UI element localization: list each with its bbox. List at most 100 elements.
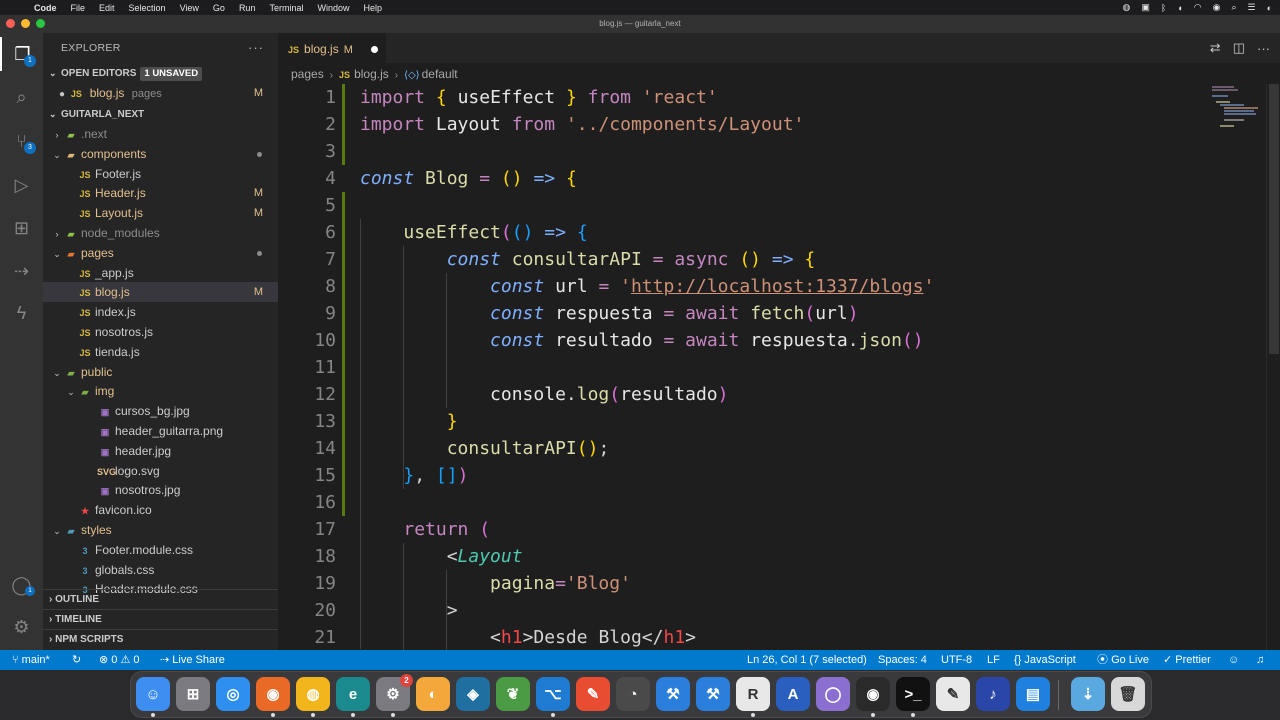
- close-window-button[interactable]: [6, 19, 15, 28]
- prettier-status[interactable]: ✓ Prettier: [1163, 650, 1211, 670]
- tab-blog-js[interactable]: JS blog.js M: [278, 33, 386, 63]
- tree-file[interactable]: JS nosotros.js: [43, 322, 278, 342]
- menu-app-name[interactable]: Code: [34, 3, 57, 13]
- control-center-icon[interactable]: ☰: [1247, 2, 1255, 13]
- tree-file[interactable]: ▣ header.jpg: [43, 441, 278, 461]
- cursor-position[interactable]: Ln 26, Col 1 (7 selected): [747, 650, 867, 670]
- altool-icon[interactable]: A: [776, 677, 810, 711]
- rstudio-icon[interactable]: R: [736, 677, 770, 717]
- extensions-icon[interactable]: ⊞: [0, 211, 43, 245]
- manage-gear-icon[interactable]: ⚙: [0, 610, 43, 644]
- eol-status[interactable]: LF: [987, 650, 1000, 670]
- tree-file[interactable]: JS Header.js M: [43, 183, 278, 203]
- tree-folder[interactable]: ⌄ ▰ components: [43, 144, 278, 164]
- tree-file[interactable]: ▣ header_guitarra.png: [43, 421, 278, 441]
- trash-icon[interactable]: 🗑: [1111, 677, 1145, 711]
- compare-changes-icon[interactable]: ⇄: [1210, 40, 1221, 56]
- downloads-icon[interactable]: ⇣: [1071, 677, 1105, 711]
- more-actions-icon[interactable]: ···: [248, 33, 264, 63]
- edge-icon[interactable]: e: [336, 677, 370, 717]
- breadcrumb-folder[interactable]: pages: [291, 67, 324, 81]
- finder-icon[interactable]: ☺: [136, 677, 170, 717]
- wifi-icon[interactable]: ◠: [1194, 2, 1202, 13]
- launchpad-icon[interactable]: ⊞: [176, 677, 210, 711]
- github-desktop-icon[interactable]: ◔: [616, 677, 650, 711]
- tableplus-icon[interactable]: ◐: [416, 677, 450, 711]
- tree-file[interactable]: SVGlogo.svg: [43, 461, 278, 481]
- mysql-workbench-icon[interactable]: ◈: [456, 677, 490, 711]
- timeline-section[interactable]: › TIMELINE: [43, 609, 278, 629]
- maximize-window-button[interactable]: [36, 19, 45, 28]
- tree-file[interactable]: JS blog.js M: [43, 282, 278, 303]
- chrome-icon[interactable]: ◍: [296, 677, 330, 717]
- indentation-status[interactable]: Spaces: 4: [878, 650, 927, 670]
- tree-file[interactable]: JS _app.js: [43, 263, 278, 283]
- tree-file[interactable]: 3 Footer.module.css: [43, 540, 278, 560]
- outline-section[interactable]: › OUTLINE: [43, 589, 278, 609]
- branch-status[interactable]: ⑂ main*: [12, 650, 50, 670]
- encoding-status[interactable]: UTF-8: [941, 650, 972, 670]
- xcode-simulator-icon[interactable]: ⚒: [696, 677, 730, 711]
- thunder-client-icon[interactable]: ϟ: [0, 296, 43, 330]
- run-debug-icon[interactable]: ▷: [0, 168, 43, 202]
- code-editor[interactable]: 1 import { useEffect } from 'react' 2 impo…: [278, 84, 1208, 650]
- text-edit-icon[interactable]: ✎: [936, 677, 970, 711]
- go-live-button[interactable]: ⦿ Go Live: [1097, 650, 1149, 670]
- audacity-icon[interactable]: ♪: [976, 677, 1010, 711]
- system-preferences-icon[interactable]: ⚙ 2: [376, 674, 413, 717]
- vertical-scrollbar[interactable]: [1266, 84, 1280, 650]
- open-editors-section[interactable]: ⌄ OPEN EDITORS 1 UNSAVED: [43, 63, 278, 83]
- terminal-icon[interactable]: >_: [896, 677, 930, 717]
- menu-window[interactable]: Window: [317, 3, 349, 13]
- tree-folder[interactable]: › ▰ .next: [43, 124, 278, 144]
- tree-file[interactable]: 3 globals.css: [43, 560, 278, 580]
- npm-scripts-section[interactable]: › NPM SCRIPTS: [43, 629, 278, 649]
- open-editor-blog-js[interactable]: ● JS blog.js pages M: [43, 83, 278, 103]
- language-mode[interactable]: {} JavaScript: [1014, 650, 1076, 670]
- source-control-icon[interactable]: ⑂ 3: [0, 124, 43, 158]
- minimap[interactable]: [1208, 84, 1266, 144]
- colorsync-icon[interactable]: ◯: [816, 677, 850, 711]
- search-icon[interactable]: ⌕: [1231, 2, 1236, 13]
- user-icon[interactable]: ◉: [1213, 2, 1221, 13]
- tree-file[interactable]: JS index.js: [43, 302, 278, 322]
- menu-run[interactable]: Run: [239, 3, 256, 13]
- unsaved-dot-icon[interactable]: ●: [43, 85, 65, 105]
- keynote-icon[interactable]: ▤: [1016, 677, 1050, 711]
- menu-view[interactable]: View: [180, 3, 199, 13]
- tree-file[interactable]: JS Layout.js M: [43, 203, 278, 223]
- obs-icon[interactable]: ◉: [856, 677, 890, 717]
- safari-icon[interactable]: ◎: [216, 677, 250, 711]
- tree-folder[interactable]: ⌄ ▰ img: [43, 381, 278, 401]
- minimize-window-button[interactable]: [21, 19, 30, 28]
- problems-status[interactable]: ⊗ 0 ⚠ 0: [99, 650, 140, 670]
- tree-file[interactable]: JS tienda.js: [43, 342, 278, 362]
- siri-icon[interactable]: ◐: [1267, 3, 1272, 13]
- menu-go[interactable]: Go: [213, 3, 225, 13]
- menu-selection[interactable]: Selection: [129, 3, 166, 13]
- live-share-status[interactable]: ⇢ Live Share: [160, 650, 225, 670]
- feedback-icon[interactable]: ☺: [1228, 650, 1239, 670]
- tree-file[interactable]: ★ favicon.ico: [43, 500, 278, 520]
- bluetooth-icon[interactable]: ᛒ: [1161, 3, 1166, 13]
- tree-folder[interactable]: ⌄ ▰ styles: [43, 520, 278, 540]
- menu-edit[interactable]: Edit: [99, 3, 115, 13]
- volume-icon[interactable]: ◖: [1177, 3, 1182, 13]
- tree-file[interactable]: JS Footer.js: [43, 164, 278, 184]
- globe-icon[interactable]: ◍: [1123, 2, 1131, 13]
- firefox-icon[interactable]: ◉: [256, 677, 290, 717]
- notifications-bell-icon[interactable]: ♫: [1256, 650, 1264, 670]
- menu-terminal[interactable]: Terminal: [269, 3, 303, 13]
- vscode-icon[interactable]: ⌥: [536, 677, 570, 717]
- tree-file[interactable]: ▣ cursos_bg.jpg: [43, 401, 278, 421]
- split-editor-icon[interactable]: ◫: [1233, 40, 1245, 56]
- search-view-icon[interactable]: ⌕: [0, 80, 43, 114]
- project-section[interactable]: ⌄ GUITARLA_NEXT: [43, 104, 278, 124]
- explorer-icon[interactable]: ❐ 1: [0, 37, 43, 71]
- sync-icon[interactable]: ↻: [72, 650, 81, 670]
- more-actions-icon[interactable]: ···: [1257, 41, 1270, 56]
- live-share-icon[interactable]: ⇢: [0, 254, 43, 288]
- xcode-icon[interactable]: ⚒: [656, 677, 690, 711]
- tree-folder[interactable]: ⌄ ▰ pages: [43, 243, 278, 263]
- git-icon[interactable]: ✎: [576, 677, 610, 711]
